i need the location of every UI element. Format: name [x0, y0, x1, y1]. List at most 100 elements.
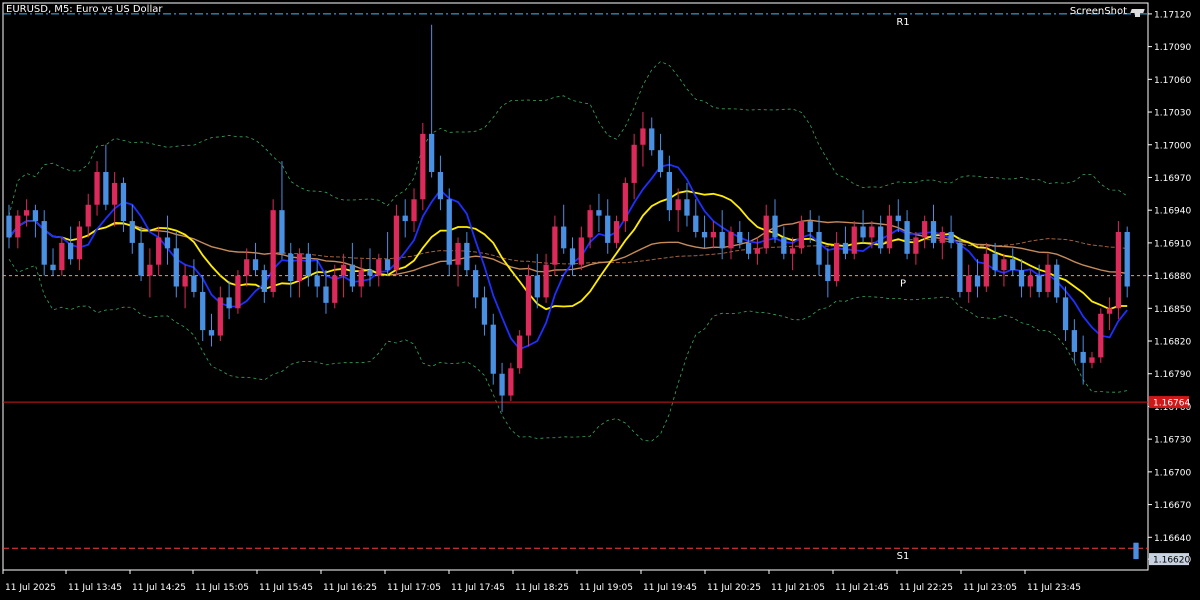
candle-body	[1124, 231, 1130, 287]
candle-body	[1027, 275, 1033, 287]
candle-body	[120, 182, 127, 222]
candle-body	[1089, 357, 1095, 363]
candle-body	[552, 226, 558, 265]
candle-body	[76, 226, 83, 260]
candle-body	[860, 226, 866, 238]
candle-body	[719, 231, 725, 249]
x-tick-label: 11 Jul 21:45	[835, 583, 889, 593]
candle-body	[693, 215, 699, 232]
candle-body	[217, 297, 223, 336]
candle-body	[948, 231, 954, 243]
candle-body	[420, 133, 426, 200]
candle-body	[138, 242, 144, 276]
candle-body	[825, 264, 831, 282]
candle-body	[1036, 275, 1042, 292]
candle-body	[340, 264, 347, 276]
candle-body	[1010, 259, 1016, 271]
candlestick-chart[interactable]: R1 P S1 1.17120 1.17090 1.17060 1.17030 1.17000…	[0, 0, 1200, 600]
candle-body	[772, 215, 778, 238]
candle-body	[517, 335, 523, 369]
candle-body	[895, 215, 901, 222]
screenshot-badge[interactable]: ScreenShot	[1070, 6, 1144, 17]
candle-body	[296, 253, 303, 282]
candle-body	[314, 275, 320, 287]
candle-body	[913, 237, 919, 254]
candle-body	[807, 221, 813, 232]
x-tick-label: 11 Jul 18:25	[515, 583, 569, 593]
candle-body	[481, 297, 488, 325]
candle-body	[455, 242, 461, 265]
y-tick-label: 1.16940	[1154, 207, 1191, 217]
x-tick-label: 11 Jul 21:05	[771, 583, 825, 593]
candle-body	[332, 275, 338, 303]
level-label-r1: R1	[896, 17, 909, 28]
candle-body	[67, 242, 74, 260]
candle-body	[657, 150, 664, 173]
y-tick-label: 1.16670	[1154, 501, 1191, 511]
candle-body	[1062, 297, 1069, 331]
candle-body	[587, 210, 593, 238]
candle-body	[789, 248, 796, 254]
chart-title: EURUSD, M5: Euro vs US Dollar	[6, 4, 163, 15]
x-tick-label: 11 Jul 17:45	[451, 583, 505, 593]
candle-body	[244, 259, 250, 276]
candle-body	[1133, 542, 1139, 560]
candle-body	[112, 182, 118, 205]
candle-body	[992, 253, 998, 271]
x-tick-label: 11 Jul 2025	[5, 583, 56, 593]
candle-body	[305, 253, 312, 276]
candle-body	[578, 237, 584, 265]
candle-body	[1080, 351, 1086, 363]
x-tick-label: 11 Jul 20:25	[707, 583, 761, 593]
candle-body	[640, 128, 646, 145]
candle-body	[147, 264, 153, 276]
candle-body	[473, 270, 479, 298]
candle-body	[208, 330, 215, 336]
candle-body	[569, 248, 576, 265]
candle-body	[930, 221, 937, 243]
candle-body	[763, 215, 769, 249]
x-tick-label: 11 Jul 13:45	[68, 583, 122, 593]
candle-body	[384, 259, 391, 271]
candle-body	[50, 264, 56, 271]
candle-body	[490, 324, 496, 374]
graduation-cap-icon	[1131, 7, 1144, 17]
candle-body	[675, 199, 681, 211]
y-tick-label: 1.16730	[1154, 436, 1191, 446]
candle-body	[367, 270, 373, 276]
candle-body	[754, 248, 761, 254]
candle-body	[6, 215, 12, 238]
chart-area[interactable]: R1 P S1 1.17120 1.17090 1.17060 1.17030 1.17000…	[0, 0, 1200, 600]
candle-body	[1106, 308, 1113, 314]
candle-body	[613, 221, 620, 243]
y-tick-label: 1.16880	[1154, 272, 1191, 282]
candle-body	[596, 210, 602, 216]
candle-body	[649, 128, 655, 151]
candle-body	[1071, 330, 1078, 352]
candle-body	[323, 286, 329, 303]
candle-body	[525, 275, 532, 336]
candle-body	[543, 264, 549, 298]
candle-body	[974, 275, 981, 287]
x-tick-label: 11 Jul 16:25	[323, 583, 377, 593]
candle-body	[200, 291, 206, 331]
candle-body	[534, 275, 540, 298]
candle-body	[833, 242, 840, 282]
y-tick-label: 1.16640	[1154, 534, 1191, 544]
x-tick-label: 11 Jul 23:05	[963, 583, 1017, 593]
candle-body	[226, 297, 232, 309]
candle-body	[1045, 264, 1051, 292]
candle-body	[983, 253, 989, 287]
y-tick-label: 1.16850	[1154, 305, 1191, 315]
candle-body	[666, 172, 672, 211]
candle-body	[261, 270, 267, 292]
y-tick-label: 1.16910	[1154, 239, 1191, 249]
y-tick-label: 1.17030	[1154, 109, 1191, 119]
x-tick-label: 11 Jul 15:45	[259, 583, 313, 593]
candle-body	[41, 221, 47, 265]
x-tick-label: 11 Jul 19:05	[579, 583, 633, 593]
y-tick-label: 1.17060	[1154, 76, 1191, 86]
current-price-tag: 1.16764	[1153, 399, 1190, 409]
candle-body	[15, 215, 21, 238]
candle-body	[728, 231, 734, 249]
